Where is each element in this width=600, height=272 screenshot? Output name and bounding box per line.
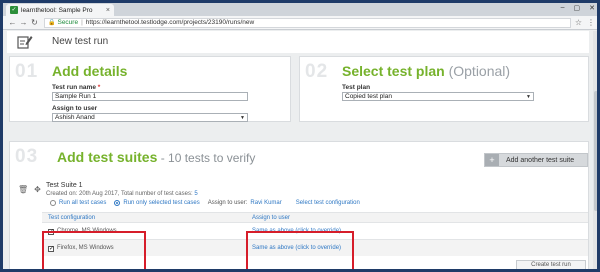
highlight-config-box xyxy=(42,231,146,269)
col-assign-header: Assign to user xyxy=(252,215,291,221)
assign-user-value: Ashish Anand xyxy=(55,114,95,121)
plan-card: 02 Select test plan (Optional) Test plan… xyxy=(299,56,589,122)
url-separator: | xyxy=(81,19,83,26)
radio-run-selected[interactable] xyxy=(114,200,121,206)
test-plan-value: Copied test plan xyxy=(345,93,392,100)
radio-run-all-label[interactable]: Run all test cases xyxy=(59,200,106,206)
back-icon[interactable]: ← xyxy=(7,18,18,27)
run-name-input[interactable]: Sample Run 1 xyxy=(52,92,248,101)
highlight-assign-box xyxy=(246,231,354,269)
page-content: New test run 01 Add details Test run nam… xyxy=(3,31,597,269)
window-controls: – ▢ ✕ xyxy=(561,4,595,12)
plan-label: Test plan xyxy=(342,84,371,91)
reload-icon[interactable]: ↻ xyxy=(29,18,40,27)
step-number: 01 xyxy=(15,61,39,82)
run-name-label: Test run name * xyxy=(52,84,101,91)
details-card: 01 Add details Test run name * Sample Ru… xyxy=(9,56,291,122)
browser-window: ✓ learnthetool: Sample Pro × – ▢ ✕ ← → ↻… xyxy=(2,2,598,270)
url-field[interactable]: 🔒 Secure | https://learnthetool.testlodg… xyxy=(44,17,571,28)
suite-name: Test Suite 1 xyxy=(46,182,83,189)
close-icon[interactable]: × xyxy=(106,7,110,14)
test-case-count: 5 xyxy=(194,191,198,197)
suite-assign-label: Assign to user: xyxy=(207,200,248,206)
suites-card: 03 Add test suites - 10 tests to verify … xyxy=(9,141,589,269)
assign-label: Assign to user xyxy=(52,105,98,112)
optional-label: (Optional) xyxy=(448,63,511,79)
table-header: Test configuration Assign to user xyxy=(42,212,588,222)
bookmark-star-icon[interactable]: ☆ xyxy=(575,18,582,27)
lock-icon: 🔒 xyxy=(48,20,56,26)
tab-bar: ✓ learnthetool: Sample Pro × – ▢ ✕ xyxy=(3,3,597,16)
page-title: New test run xyxy=(52,36,109,47)
maximize-icon[interactable]: ▢ xyxy=(574,4,581,12)
col-config-header: Test configuration xyxy=(48,215,96,221)
window-close-icon[interactable]: ✕ xyxy=(589,4,595,12)
create-test-run-button[interactable]: Create test run xyxy=(516,260,586,269)
secure-label: Secure xyxy=(57,19,79,26)
radio-run-selected-label[interactable]: Run only selected test cases xyxy=(123,200,199,206)
caret-down-icon: ▼ xyxy=(526,94,531,100)
plus-icon: + xyxy=(485,154,499,166)
trash-icon[interactable]: 🗑 xyxy=(18,185,28,194)
menu-dots-icon[interactable]: ⋮ xyxy=(587,18,595,27)
run-options: Run all test cases Run only selected tes… xyxy=(50,200,360,206)
caret-down-icon: ▼ xyxy=(240,115,245,121)
required-marker: * xyxy=(97,84,101,91)
tab-title: learnthetool: Sample Pro xyxy=(21,6,93,14)
url-text: https://learnthetool.testlodge.com/proje… xyxy=(85,19,255,26)
test-plan-select[interactable]: Copied test plan ▼ xyxy=(342,92,534,101)
scrollbar[interactable] xyxy=(593,31,597,269)
add-test-suite-button[interactable]: + Add another test suite xyxy=(484,153,588,167)
minimize-icon[interactable]: – xyxy=(561,4,565,12)
select-configuration-link[interactable]: Select test configuration xyxy=(296,200,360,206)
step-number: 02 xyxy=(305,61,329,82)
suite-meta: Created on: 20th Aug 2017, Total number … xyxy=(46,191,198,197)
move-icon[interactable]: ✥ xyxy=(34,185,41,194)
step-number: 03 xyxy=(15,146,39,167)
page-header: New test run xyxy=(7,31,589,53)
assign-user-select[interactable]: Ashish Anand ▼ xyxy=(52,113,248,122)
edit-document-icon xyxy=(17,36,33,49)
address-bar: ← → ↻ 🔒 Secure | https://learnthetool.te… xyxy=(3,16,597,30)
scrollbar-thumb[interactable] xyxy=(594,91,597,211)
forward-icon[interactable]: → xyxy=(18,18,29,27)
tests-count-subtitle: - 10 tests to verify xyxy=(157,151,256,165)
radio-run-all[interactable] xyxy=(50,200,56,206)
browser-tab[interactable]: ✓ learnthetool: Sample Pro × xyxy=(6,4,114,16)
details-title: Add details xyxy=(52,63,128,79)
suites-title: Add test suites - 10 tests to verify xyxy=(57,149,256,165)
favicon-icon: ✓ xyxy=(10,6,18,14)
suite-row-actions: 🗑 ✥ xyxy=(18,185,41,194)
add-test-suite-label: Add another test suite xyxy=(506,156,575,164)
suite-assign-user-link[interactable]: Ravi Kumar xyxy=(250,200,281,206)
plan-title: Select test plan (Optional) xyxy=(342,63,511,79)
